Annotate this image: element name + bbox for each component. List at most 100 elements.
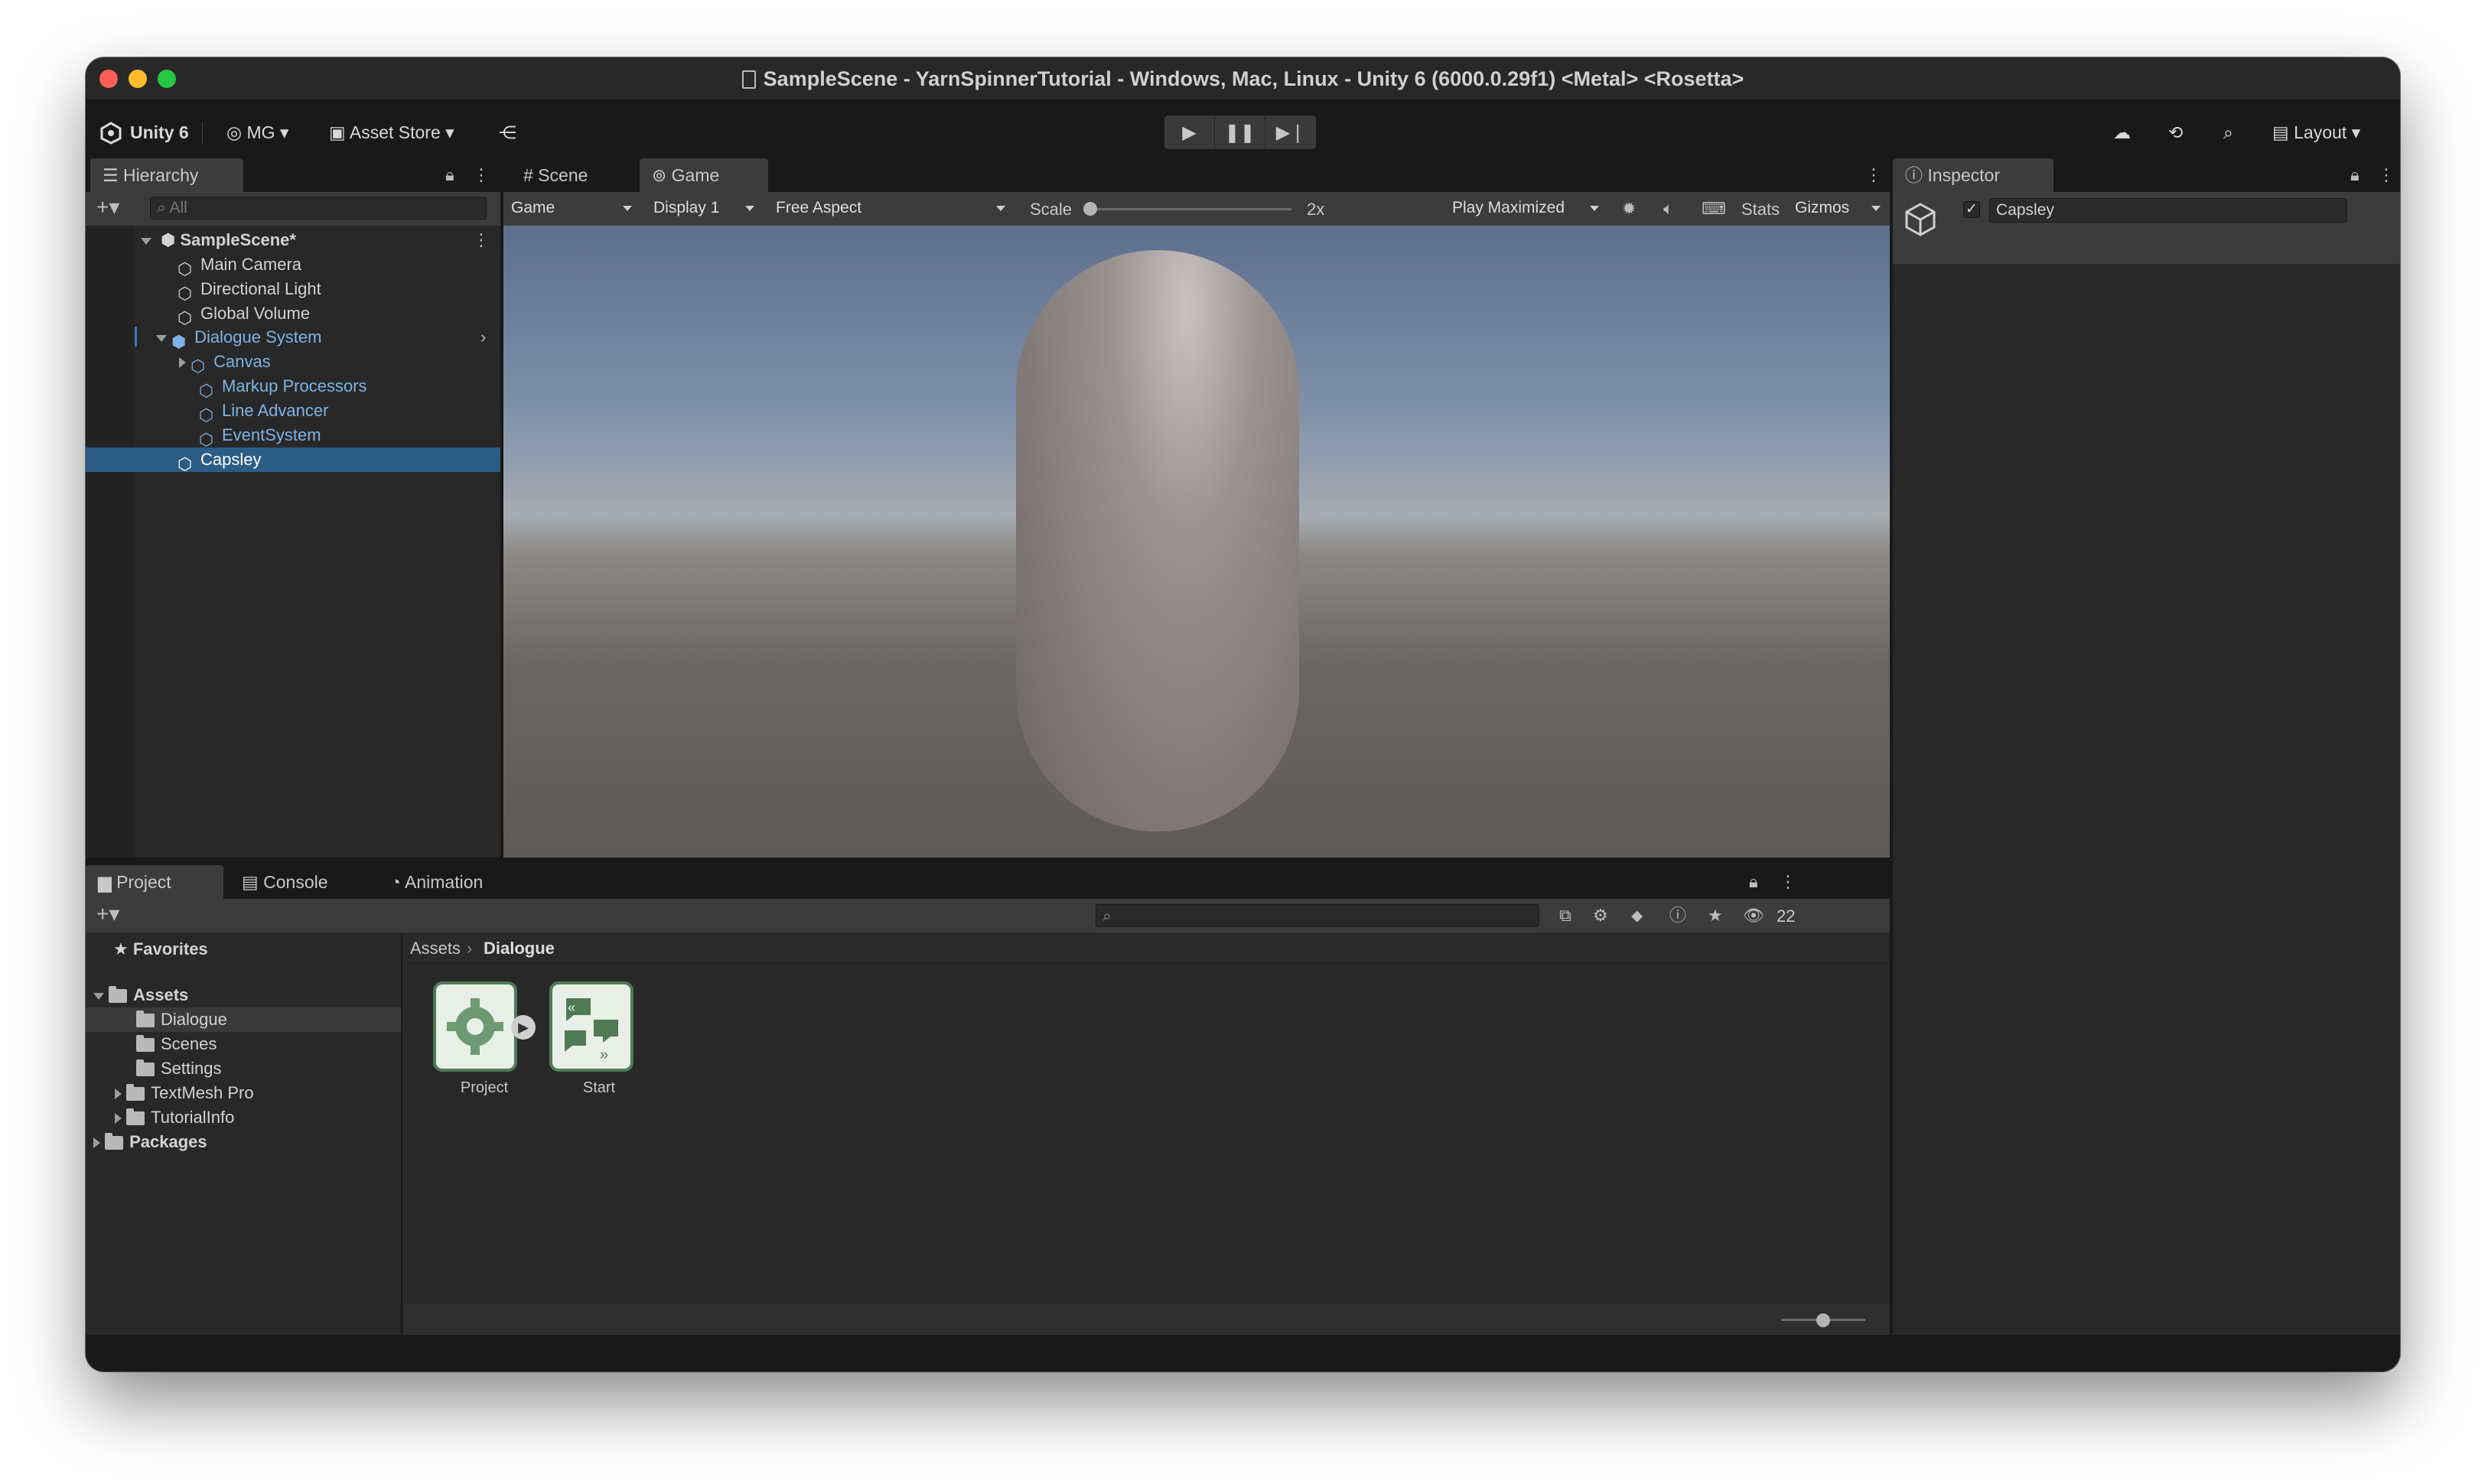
aspect-dropdown[interactable]: Free Aspect — [770, 197, 1013, 221]
breadcrumb-dialogue[interactable]: Dialogue — [484, 939, 555, 958]
warning-icon[interactable]: ⓘ — [1669, 906, 1686, 925]
scale-value: 2x — [1307, 200, 1325, 219]
folder-item-scenes[interactable]: Scenes — [136, 1032, 401, 1056]
inspector-tabstrip: ⓘ Inspector 🔒︎ ⋮ — [1893, 154, 2400, 192]
play-button[interactable]: ▶ — [1164, 116, 1215, 149]
hierarchy-item-directional-light[interactable]: ⬡ Directional Light — [178, 277, 500, 303]
hierarchy-item-line-advancer[interactable]: ⬡ Line Advancer — [199, 399, 500, 425]
object-header: ✓ Capsley — [1893, 192, 2400, 264]
label-icon[interactable]: ⬥ — [1631, 906, 1643, 925]
toolbar-divider — [202, 122, 203, 145]
keyboard-icon[interactable]: ⌨ — [1702, 200, 1726, 218]
layout-icon: ▤ — [2272, 122, 2294, 142]
object-name-input[interactable]: Capsley — [1989, 198, 2347, 223]
active-checkbox[interactable]: ✓ — [1963, 201, 1980, 218]
hidden-packages-icon[interactable]: 👁︎ — [1743, 906, 1764, 925]
tab-inspector[interactable]: ⓘ Inspector — [1893, 158, 2053, 192]
folder-item-settings[interactable]: Settings — [136, 1056, 401, 1081]
assets-item[interactable]: Assets — [93, 983, 401, 1007]
unity-logo-icon — [100, 122, 122, 145]
step-button[interactable]: ▶❘ — [1265, 116, 1316, 149]
tab-animation[interactable]: ◔ Animation — [378, 865, 495, 899]
project-tree: ★ Favorites Assets Dialogue Scenes Setti… — [86, 932, 402, 1335]
folder-item-tutorialinfo[interactable]: TutorialInfo — [115, 1105, 401, 1130]
project-search-input[interactable]: ⌕ — [1096, 904, 1539, 927]
title-bar: SampleScene - YarnSpinnerTutorial - Wind… — [86, 57, 2400, 100]
game-viewport[interactable] — [503, 226, 1890, 858]
hierarchy-item-markup-processors[interactable]: ⬡ Markup Processors — [199, 374, 500, 400]
cloud-icon[interactable]: ☁ — [2113, 119, 2131, 146]
gizmos-dropdown[interactable]: Gizmos — [1789, 197, 1888, 221]
unity-version-label[interactable]: Unity 6 — [130, 119, 189, 146]
hierarchy-search-input[interactable]: ⌕ All — [150, 197, 487, 220]
create-asset-button[interactable]: +▾ — [96, 903, 119, 925]
folder-item-textmesh-pro[interactable]: TextMesh Pro — [115, 1081, 401, 1105]
view-tabstrip: # Scene ⊚ Game ⋮ — [503, 154, 1890, 192]
hierarchy-item-event-system[interactable]: ⬡ EventSystem — [199, 423, 500, 449]
more-icon[interactable]: ⋮ — [473, 166, 490, 184]
gameobject-icon: ⬡ — [191, 356, 206, 376]
display-dropdown[interactable]: Display 1 — [647, 197, 762, 221]
game-view-toolbar: Game Display 1 Free Aspect Scale 2x Play… — [503, 192, 1890, 226]
folder-item-dialogue[interactable]: Dialogue — [86, 1007, 401, 1032]
audio-icon[interactable]: 🔈︎ — [1663, 200, 1673, 218]
hierarchy-item-main-camera[interactable]: ⬡ Main Camera — [178, 252, 500, 278]
packages-item[interactable]: Packages — [93, 1130, 401, 1154]
expand-arrow-icon — [141, 237, 151, 245]
favorites-item[interactable]: ★ Favorites — [113, 937, 401, 962]
breadcrumb-assets[interactable]: Assets — [410, 939, 461, 958]
icon-size-slider-handle[interactable] — [1816, 1313, 1830, 1327]
search-icon[interactable]: ⌕ — [2223, 119, 2233, 146]
console-icon: ▤ — [242, 872, 264, 892]
tab-project[interactable]: ▆ Project — [86, 865, 223, 899]
stats-button[interactable]: Stats — [1741, 200, 1780, 220]
game-view-panel: # Scene ⊚ Game ⋮ Game Display 1 Free Asp… — [503, 154, 1890, 858]
play-mode-dropdown[interactable]: Play Maximized — [1446, 197, 1607, 221]
layout-dropdown[interactable]: ▤ Layout ▾ — [2272, 119, 2360, 146]
history-icon[interactable]: ⟲ — [2168, 119, 2183, 146]
lock-icon[interactable]: 🔒︎ — [1749, 873, 1758, 891]
hierarchy-item-capsley[interactable]: ⬡ Capsley — [86, 447, 500, 474]
version-control-icon[interactable]: ⋲ — [499, 119, 516, 146]
scale-slider-handle[interactable] — [1083, 202, 1097, 216]
favorite-star-icon[interactable]: ★ — [1708, 906, 1723, 925]
info-icon: ⓘ — [1905, 165, 1928, 185]
expand-asset-arrow-icon[interactable]: ▶ — [511, 1015, 536, 1040]
tab-scene[interactable]: # Scene — [511, 158, 600, 192]
scene-more-icon[interactable]: ⋮ — [473, 231, 490, 249]
scale-slider[interactable] — [1085, 208, 1291, 210]
project-footer — [404, 1304, 1890, 1335]
add-object-button[interactable]: +▾ — [96, 197, 119, 218]
search-by-type-icon[interactable]: ⧉ — [1559, 906, 1571, 925]
more-icon[interactable]: ⋮ — [1780, 873, 1796, 891]
lock-icon[interactable]: 🔒︎ — [2350, 166, 2360, 184]
star-icon: ★ — [113, 939, 133, 958]
bug-icon[interactable]: ✹ — [1622, 200, 1636, 218]
folder-icon — [136, 1035, 155, 1053]
filter-icon[interactable]: ⚙ — [1593, 906, 1608, 925]
game-dropdown[interactable]: Game — [505, 197, 640, 221]
tab-hierarchy[interactable]: ☰ Hierarchy — [90, 158, 243, 192]
hierarchy-item-global-volume[interactable]: ⬡ Global Volume — [178, 301, 500, 327]
lock-icon[interactable]: 🔒︎ — [445, 166, 454, 184]
folder-icon — [136, 1059, 155, 1077]
prefab-override-marker — [135, 327, 137, 347]
scene-root[interactable]: ⬢ SampleScene* — [135, 228, 500, 252]
gameobject-icon: ⬡ — [199, 405, 214, 425]
hierarchy-item-dialogue-system[interactable]: ⬢ Dialogue System — [156, 325, 500, 351]
hierarchy-panel: ☰ Hierarchy 🔒︎ ⋮ +▾ ⌕ All ⬢ SampleScene* … — [86, 154, 500, 858]
more-icon[interactable]: ⋮ — [1865, 166, 1882, 184]
gameobject-icon: ⬡ — [178, 454, 193, 474]
project-asset-icon[interactable] — [433, 981, 517, 1072]
account-dropdown[interactable]: ◎ MG ▾ — [226, 119, 288, 146]
prefab-open-arrow-icon[interactable]: › — [480, 328, 486, 347]
more-icon[interactable]: ⋮ — [2378, 166, 2395, 184]
hierarchy-item-canvas[interactable]: ⬡ Canvas — [179, 350, 500, 376]
tab-game[interactable]: ⊚ Game — [640, 158, 768, 192]
breadcrumb: Assets › Dialogue — [404, 932, 1890, 963]
tab-console[interactable]: ▤ Console — [230, 865, 340, 899]
pause-button[interactable]: ❚❚ — [1215, 116, 1265, 149]
asset-store-dropdown[interactable]: ▣ Asset Store ▾ — [329, 119, 454, 146]
capsule-object[interactable] — [1016, 250, 1299, 831]
start-asset-icon[interactable]: «» — [549, 981, 633, 1072]
